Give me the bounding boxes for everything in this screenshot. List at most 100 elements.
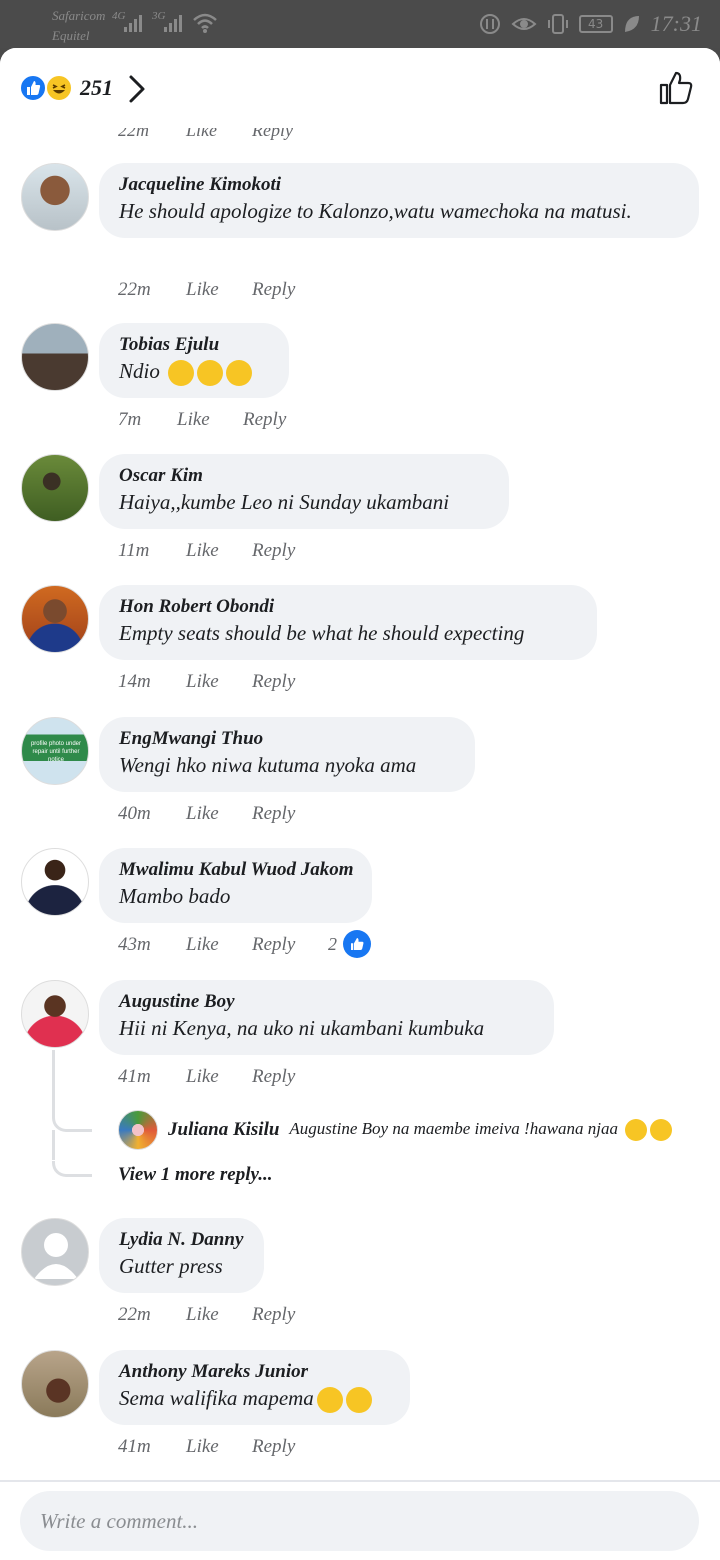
avatar[interactable] bbox=[21, 585, 89, 653]
eye-comfort-icon bbox=[511, 18, 537, 30]
comment-author[interactable]: Anthony Mareks Junior bbox=[119, 1360, 390, 1384]
thumbs-up-outline-icon[interactable] bbox=[658, 70, 694, 106]
reply-action[interactable]: Reply bbox=[252, 934, 295, 956]
haha-reaction-icon[interactable] bbox=[45, 74, 73, 102]
reply-action[interactable]: Reply bbox=[252, 1436, 295, 1458]
reply-action[interactable]: Reply bbox=[252, 279, 295, 301]
wifi-icon bbox=[193, 13, 217, 33]
laughing-crying-emoji-icon bbox=[197, 360, 224, 387]
avatar[interactable] bbox=[21, 454, 89, 522]
like-reaction-icon[interactable] bbox=[19, 74, 47, 102]
status-right: 43 17:31 bbox=[479, 10, 702, 38]
comment-author[interactable]: EngMwangi Thuo bbox=[119, 727, 455, 751]
clock: 17:31 bbox=[650, 11, 702, 36]
comment-text: Hii ni Kenya, na uko ni ukambani kumbuka bbox=[119, 1016, 485, 1040]
comment-bubble[interactable]: Mwalimu Kabul Wuod Jakom Mambo bado bbox=[99, 848, 372, 923]
chevron-right-icon[interactable] bbox=[126, 74, 148, 104]
comment-time: 22m bbox=[118, 279, 151, 300]
comment-time: 11m bbox=[118, 540, 150, 561]
comment-input[interactable]: Write a comment... bbox=[20, 1491, 699, 1551]
avatar[interactable] bbox=[21, 1350, 89, 1418]
avatar[interactable] bbox=[21, 1218, 89, 1286]
default-avatar-icon bbox=[34, 1233, 78, 1279]
avatar[interactable] bbox=[21, 848, 89, 916]
reply-action[interactable]: Reply bbox=[252, 671, 295, 693]
comment-text: Mambo bado bbox=[119, 884, 231, 908]
comment-bubble[interactable]: Oscar Kim Haiya,,kumbe Leo ni Sunday uka… bbox=[99, 454, 509, 529]
comments-sheet: 251 22m Like Reply Jacqueline Kimokoti H… bbox=[0, 48, 720, 1560]
status-bar: Safaricom Equitel 4G 3G 43 17:31 bbox=[0, 0, 720, 48]
reaction-count[interactable]: 251 bbox=[80, 74, 113, 102]
comment-author[interactable]: Tobias Ejulu bbox=[119, 333, 269, 357]
like-action[interactable]: Like bbox=[186, 1436, 219, 1458]
comment-author[interactable]: Hon Robert Obondi bbox=[119, 595, 577, 619]
vibrate-icon bbox=[547, 14, 568, 34]
like-action[interactable]: Like bbox=[186, 1304, 219, 1326]
reply-text: Augustine Boy na maembe imeiva !hawana n… bbox=[289, 1118, 619, 1138]
like-action[interactable]: Like bbox=[186, 671, 219, 693]
reply-action[interactable]: Reply bbox=[243, 409, 286, 431]
comment-text: Sema walifika mapema bbox=[119, 1386, 314, 1410]
comment-author[interactable]: Jacqueline Kimokoti bbox=[119, 173, 679, 197]
laughing-crying-emoji-icon bbox=[625, 1119, 648, 1142]
reply-preview[interactable]: Juliana Kisilu Augustine Boy na maembe i… bbox=[118, 1110, 673, 1150]
comment-like-count[interactable]: 2 bbox=[328, 930, 371, 958]
astonished-face-emoji-icon bbox=[345, 1387, 372, 1414]
comment-time: 43m bbox=[118, 934, 151, 955]
avatar[interactable] bbox=[21, 323, 89, 391]
composer-divider bbox=[0, 1480, 720, 1482]
reactions-header: 251 bbox=[0, 48, 720, 128]
comment-bubble[interactable]: Hon Robert Obondi Empty seats should be … bbox=[99, 585, 597, 660]
flushed-face-emoji-icon bbox=[316, 1387, 343, 1414]
comment-author[interactable]: Augustine Boy bbox=[119, 990, 534, 1014]
like-action[interactable]: Like bbox=[186, 803, 219, 825]
reply-action[interactable]: Reply bbox=[252, 1304, 295, 1326]
like-reaction-icon bbox=[343, 930, 371, 958]
reply-action[interactable]: Reply bbox=[252, 1066, 295, 1088]
comment-bubble[interactable]: Lydia N. Danny Gutter press bbox=[99, 1218, 264, 1293]
carrier-labels: Safaricom Equitel bbox=[52, 6, 105, 46]
comment-text: Ndio bbox=[119, 359, 160, 383]
signal-bars-1-icon bbox=[124, 12, 142, 32]
comment-time: 7m bbox=[118, 409, 142, 430]
comment-text: Haiya,,kumbe Leo ni Sunday ukambani bbox=[119, 490, 450, 514]
comment-time: 40m bbox=[118, 803, 151, 824]
like-count-number: 2 bbox=[328, 933, 337, 954]
reply-text-row: Augustine Boy na maembe imeiva !hawana n… bbox=[289, 1118, 673, 1142]
comment-author[interactable]: Lydia N. Danny bbox=[119, 1228, 244, 1252]
like-action[interactable]: Like bbox=[186, 540, 219, 562]
avatar[interactable] bbox=[118, 1110, 158, 1150]
like-action[interactable]: Like bbox=[177, 409, 210, 431]
avatar[interactable] bbox=[21, 980, 89, 1048]
comment-bubble[interactable]: Tobias Ejulu Ndio bbox=[99, 323, 289, 399]
comment-bubble[interactable]: Anthony Mareks Junior Sema walifika mape… bbox=[99, 1350, 410, 1426]
view-more-replies-link[interactable]: View 1 more reply... bbox=[118, 1164, 272, 1186]
carrier-secondary: Equitel bbox=[52, 28, 90, 43]
comment-author[interactable]: Mwalimu Kabul Wuod Jakom bbox=[119, 858, 354, 882]
avatar[interactable] bbox=[21, 163, 89, 231]
thread-branch bbox=[52, 1161, 92, 1177]
like-action[interactable]: Like bbox=[186, 279, 219, 301]
comment-bubble[interactable]: EngMwangi Thuo Wengi hko niwa kutuma nyo… bbox=[99, 717, 475, 792]
comment-text: Gutter press bbox=[119, 1254, 223, 1278]
comment-time: 22m bbox=[118, 1304, 151, 1325]
comment-bubble[interactable]: Jacqueline Kimokoti He should apologize … bbox=[99, 163, 699, 238]
comment-text-row: Sema walifika mapema bbox=[119, 1384, 390, 1414]
laughing-crying-emoji-icon bbox=[650, 1119, 673, 1142]
thread-line bbox=[52, 1130, 55, 1160]
reply-action[interactable]: Reply bbox=[252, 540, 295, 562]
comment-author[interactable]: Oscar Kim bbox=[119, 464, 489, 488]
reply-action[interactable]: Reply bbox=[252, 803, 295, 825]
comment-text: He should apologize to Kalonzo,watu wame… bbox=[119, 199, 632, 223]
thread-branch bbox=[52, 1116, 92, 1132]
leaf-icon bbox=[624, 16, 639, 32]
comment-time: 41m bbox=[118, 1436, 151, 1457]
like-action[interactable]: Like bbox=[186, 934, 219, 956]
signal-bars-2-icon bbox=[164, 12, 182, 32]
comment-text: Empty seats should be what he should exp… bbox=[119, 621, 525, 645]
like-action[interactable]: Like bbox=[186, 1066, 219, 1088]
comment-text: Wengi hko niwa kutuma nyoka ama bbox=[119, 753, 417, 777]
avatar[interactable]: profile photo under repair until further… bbox=[21, 717, 89, 785]
comment-bubble[interactable]: Augustine Boy Hii ni Kenya, na uko ni uk… bbox=[99, 980, 554, 1055]
reply-author[interactable]: Juliana Kisilu bbox=[168, 1119, 279, 1141]
